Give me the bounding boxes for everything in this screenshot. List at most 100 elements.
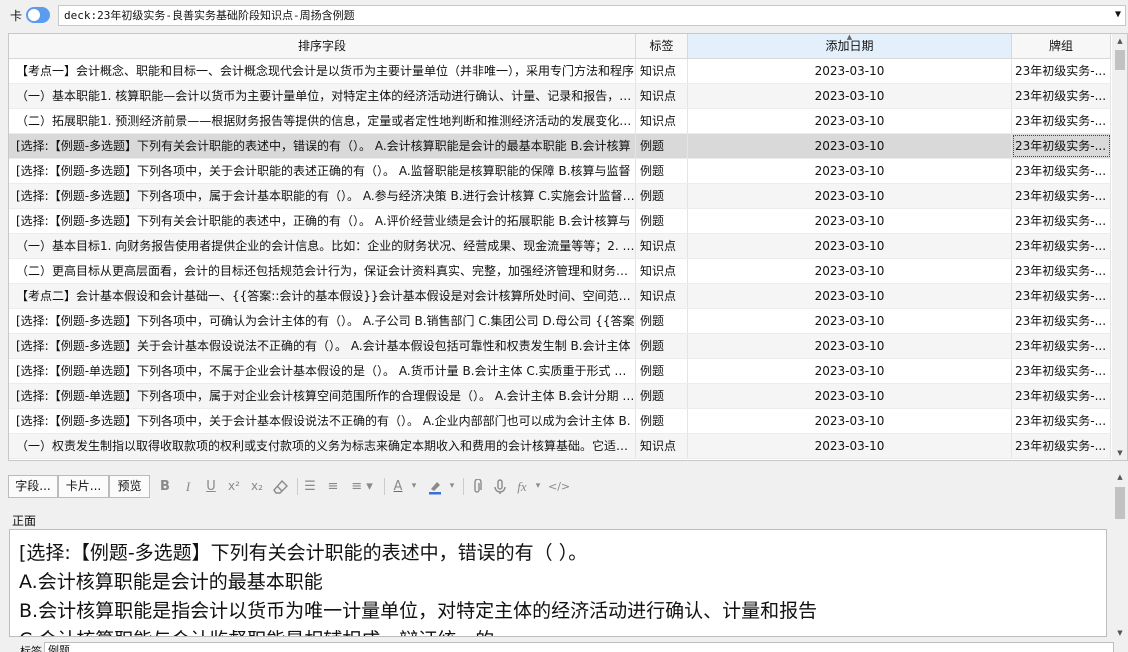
content-line: A.会计核算职能是会计的最基本职能: [19, 571, 323, 593]
table-row[interactable]: [选择:【例题-单选题】下列各项中，属于对企业会计核算空间范围所作的合理假设是（…: [9, 384, 1111, 409]
scroll-up-icon[interactable]: ▲: [1112, 470, 1128, 484]
cell-deck: 23年初级实务-...: [1012, 159, 1111, 183]
paperclip-icon[interactable]: [467, 475, 487, 498]
cell-tags: 知识点: [636, 109, 688, 133]
chevron-down-icon[interactable]: ▼: [1115, 7, 1121, 22]
scrollbar-thumb[interactable]: [1115, 487, 1125, 519]
tags-label: 标签: [20, 645, 42, 652]
table-row[interactable]: （二）拓展职能1. 预测经济前景——根据财务报告等提供的信息，定量或者定性地判断…: [9, 109, 1111, 134]
table-body: 【考点一】会计概念、职能和目标一、会计概念现代会计是以货币为主要计量单位（并非唯…: [9, 59, 1111, 459]
card-note-toggle[interactable]: 卡: [6, 5, 50, 25]
chevron-down-icon[interactable]: ▾: [446, 475, 458, 498]
toolbar-divider: [463, 478, 464, 495]
cell-sort-field: [选择:【例题-多选题】下列有关会计职能的表述中，正确的有（）。 A.评价经营业…: [9, 209, 636, 233]
cell-tags: 例题: [636, 309, 688, 333]
cell-deck: 23年初级实务-...: [1012, 359, 1111, 383]
scroll-down-icon[interactable]: ▼: [1112, 626, 1128, 640]
table-row[interactable]: （一）基本目标1. 向财务报告使用者提供企业的会计信息。比如：企业的财务状况、经…: [9, 234, 1111, 259]
bullet-list-icon[interactable]: ☰: [300, 475, 320, 498]
cards-button[interactable]: 卡片...: [58, 475, 109, 498]
formula-icon[interactable]: fx: [512, 475, 532, 498]
table-row[interactable]: （一）权责发生制指以取得收取款项的权利或支付款项的义务为标志来确定本期收入和费用…: [9, 434, 1111, 459]
html-editor-icon[interactable]: </>: [548, 475, 570, 498]
table-scrollbar[interactable]: ▲ ▼: [1112, 34, 1127, 460]
table-row[interactable]: [选择:【例题-多选题】下列有关会计职能的表述中，错误的有（）。 A.会计核算职…: [9, 134, 1111, 159]
table-row[interactable]: [选择:【例题-多选题】下列各项中，可确认为会计主体的有（）。 A.子公司 B.…: [9, 309, 1111, 334]
table-row[interactable]: [选择:【例题-多选题】下列有关会计职能的表述中，正确的有（）。 A.评价经营业…: [9, 209, 1111, 234]
cell-date-added: 2023-03-10: [688, 84, 1012, 108]
cell-tags: 知识点: [636, 59, 688, 83]
cell-tags: 例题: [636, 134, 688, 158]
cell-deck: 23年初级实务-...: [1012, 409, 1111, 433]
cell-deck: 23年初级实务-...: [1012, 334, 1111, 358]
cell-tags: 例题: [636, 184, 688, 208]
cell-date-added: 2023-03-10: [688, 359, 1012, 383]
cell-tags: 例题: [636, 159, 688, 183]
table-row[interactable]: [选择:【例题-多选题】下列各项中，关于会计基本假设说法不正确的有（）。 A.企…: [9, 409, 1111, 434]
toolbar-divider: [297, 478, 298, 495]
column-header-deck[interactable]: 牌组: [1012, 34, 1111, 58]
cell-deck: 23年初级实务-...: [1012, 234, 1111, 258]
cell-date-added: 2023-03-10: [688, 59, 1012, 83]
chevron-down-icon[interactable]: ▾: [408, 475, 420, 498]
content-line: C.会计核算职能与会计监督职能是相辅相成、辩证统一的: [19, 626, 1097, 636]
sort-ascending-icon: ▲: [846, 33, 853, 41]
table-header: 排序字段 标签 ▲ 添加日期 牌组: [9, 34, 1111, 59]
table-row[interactable]: 【考点一】会计概念、职能和目标一、会计概念现代会计是以货币为主要计量单位（并非唯…: [9, 59, 1111, 84]
cell-tags: 知识点: [636, 284, 688, 308]
cell-sort-field: [选择:【例题-多选题】下列各项中，关于会计基本假设说法不正确的有（）。 A.企…: [9, 409, 636, 433]
table-row[interactable]: （二）更高目标从更高层面看，会计的目标还包括规范会计行为，保证会计资料真实、完整…: [9, 259, 1111, 284]
cell-deck: 23年初级实务-...: [1012, 384, 1111, 408]
tags-input[interactable]: 例题: [44, 642, 1114, 652]
cell-tags: 知识点: [636, 84, 688, 108]
cell-date-added: 2023-03-10: [688, 159, 1012, 183]
cell-date-added: 2023-03-10: [688, 234, 1012, 258]
table-row[interactable]: （一）基本职能1. 核算职能—会计以货币为主要计量单位，对特定主体的经济活动进行…: [9, 84, 1111, 109]
numbered-list-icon[interactable]: ≡: [323, 475, 343, 498]
eraser-icon[interactable]: [270, 475, 292, 498]
search-input[interactable]: deck:23年初级实务-良善实务基础阶段知识点-周扬含例题 ▼: [58, 5, 1126, 26]
chevron-down-icon[interactable]: ▾: [532, 475, 544, 498]
superscript-icon[interactable]: x²: [224, 475, 244, 498]
text-color-icon[interactable]: A: [388, 475, 408, 498]
content-line: [选择:【例题-多选题】下列有关会计职能的表述中，错误的有（ ）。: [19, 542, 588, 564]
fields-button[interactable]: 字段...: [8, 475, 58, 498]
column-header-sort-field[interactable]: 排序字段: [9, 34, 636, 58]
cell-date-added: 2023-03-10: [688, 409, 1012, 433]
table-row[interactable]: [选择:【例题-多选题】下列各项中，属于会计基本职能的有（）。 A.参与经济决策…: [9, 184, 1111, 209]
cell-deck: 23年初级实务-...: [1012, 184, 1111, 208]
column-header-tags[interactable]: 标签: [636, 34, 688, 58]
cell-date-added: 2023-03-10: [688, 109, 1012, 133]
cell-tags: 例题: [636, 384, 688, 408]
preview-button[interactable]: 预览: [109, 475, 150, 498]
table-row[interactable]: 【考点二】会计基本假设和会计基础一、{{答案::会计的基本假设}}会计基本假设是…: [9, 284, 1111, 309]
italic-icon[interactable]: I: [178, 475, 198, 498]
content-line: B.会计核算职能是指会计以货币为唯一计量单位，对特定主体的经济活动进行确认、计量…: [19, 600, 818, 622]
scrollbar-thumb[interactable]: [1115, 50, 1125, 70]
tags-row: 标签 例题: [0, 642, 1128, 652]
underline-icon[interactable]: U: [201, 475, 221, 498]
toggle-switch[interactable]: [26, 7, 50, 23]
subscript-icon[interactable]: x₂: [247, 475, 267, 498]
editor-scrollbar[interactable]: ▲ ▼: [1112, 470, 1128, 640]
align-dropdown-icon[interactable]: ≡ ▾: [346, 475, 378, 498]
microphone-icon[interactable]: [490, 475, 510, 498]
cell-sort-field: （一）权责发生制指以取得收取款项的权利或支付款项的义务为标志来确定本期收入和费用…: [9, 434, 636, 458]
cell-tags: 知识点: [636, 234, 688, 258]
cell-sort-field: [选择:【例题-单选题】下列各项中，不属于企业会计基本假设的是（）。 A.货币计…: [9, 359, 636, 383]
cell-sort-field: [选择:【例题-多选题】下列有关会计职能的表述中，错误的有（）。 A.会计核算职…: [9, 134, 636, 158]
cell-sort-field: 【考点一】会计概念、职能和目标一、会计概念现代会计是以货币为主要计量单位（并非唯…: [9, 59, 636, 83]
cell-deck: 23年初级实务-...: [1012, 209, 1111, 233]
scroll-down-icon[interactable]: ▼: [1112, 446, 1127, 460]
table-row[interactable]: [选择:【例题-多选题】关于会计基本假设说法不正确的有（）。 A.会计基本假设包…: [9, 334, 1111, 359]
table-row[interactable]: [选择:【例题-多选题】下列各项中，关于会计职能的表述正确的有（）。 A.监督职…: [9, 159, 1111, 184]
cell-tags: 知识点: [636, 259, 688, 283]
cell-sort-field: （二）更高目标从更高层面看，会计的目标还包括规范会计行为，保证会计资料真实、完整…: [9, 259, 636, 283]
bold-icon[interactable]: B: [155, 475, 175, 498]
front-field-editor[interactable]: [选择:【例题-多选题】下列有关会计职能的表述中，错误的有（ ）。 A.会计核算…: [9, 529, 1107, 637]
scroll-up-icon[interactable]: ▲: [1112, 34, 1127, 48]
cell-sort-field: [选择:【例题-多选题】下列各项中，可确认为会计主体的有（）。 A.子公司 B.…: [9, 309, 636, 333]
highlight-icon[interactable]: [424, 475, 446, 498]
table-row[interactable]: [选择:【例题-单选题】下列各项中，不属于企业会计基本假设的是（）。 A.货币计…: [9, 359, 1111, 384]
column-header-date-added[interactable]: ▲ 添加日期: [688, 34, 1012, 58]
